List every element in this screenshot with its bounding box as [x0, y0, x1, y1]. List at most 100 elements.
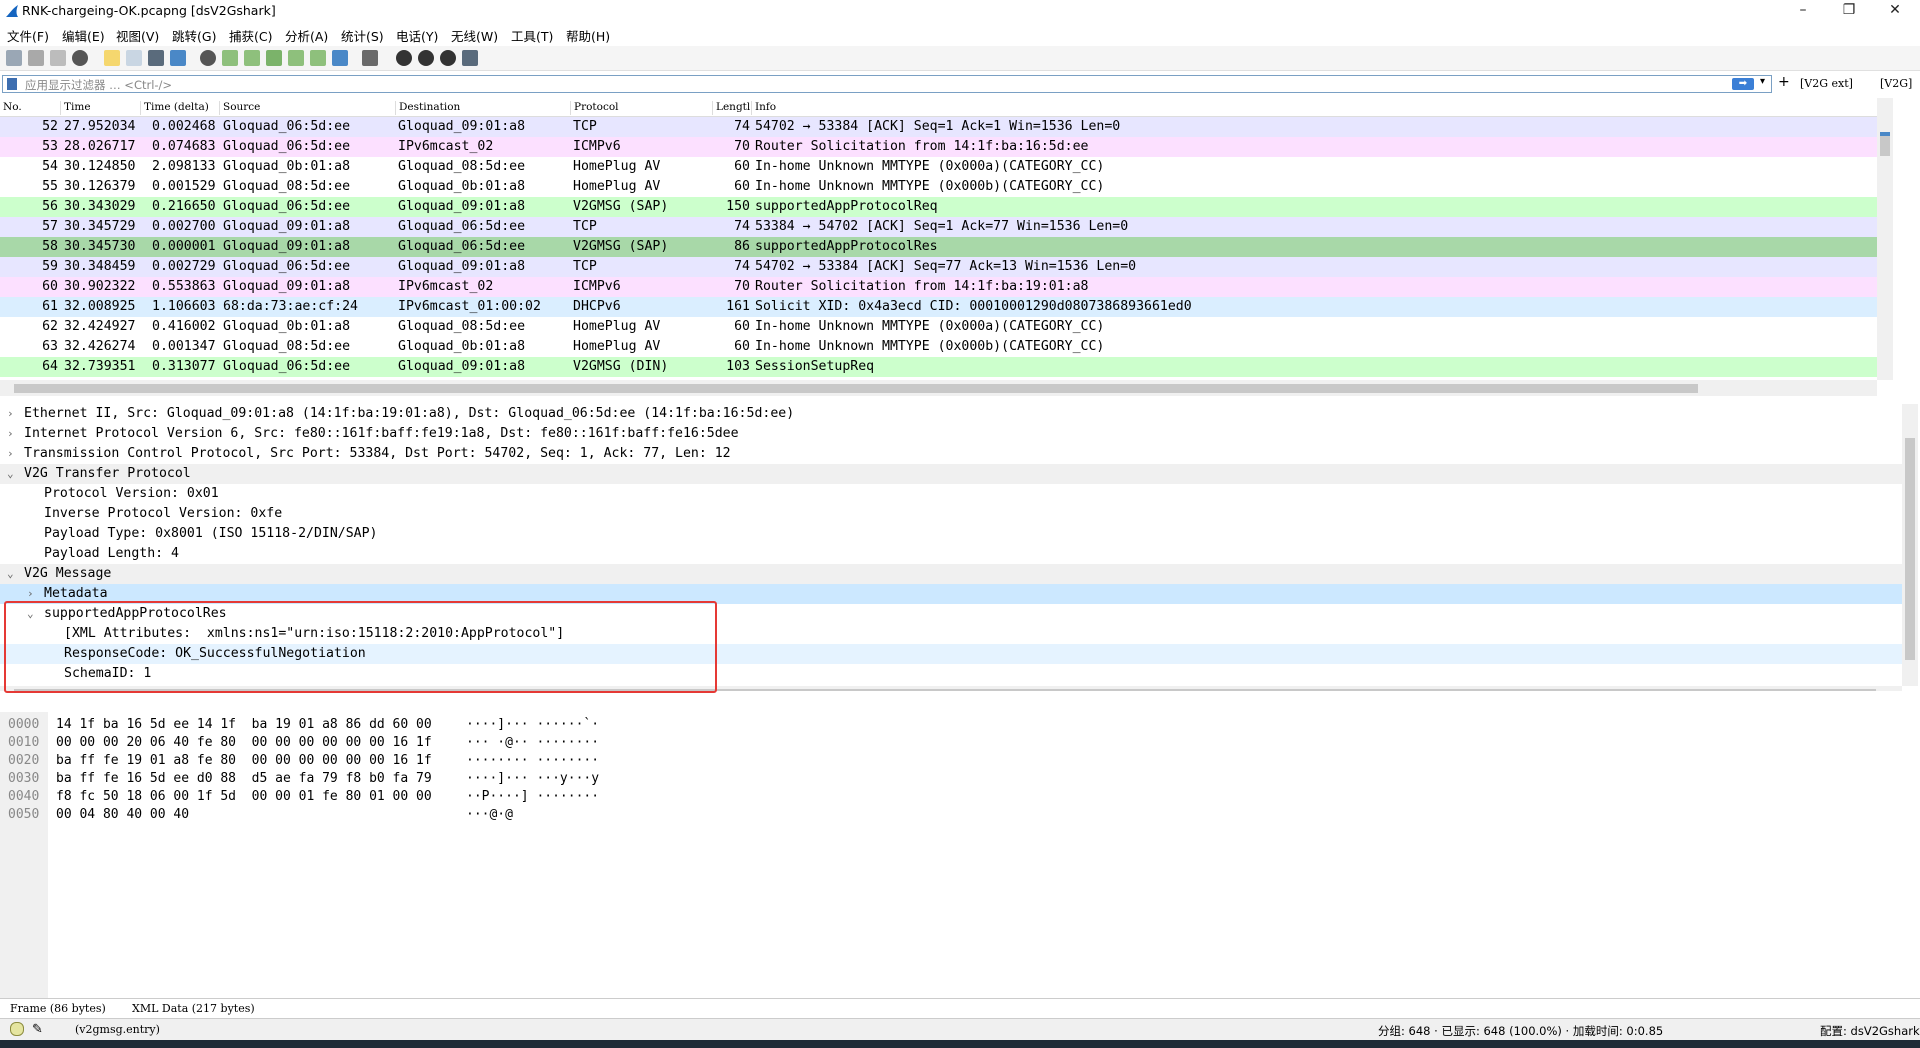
open-file-icon[interactable] [104, 50, 120, 66]
stop-capture-icon[interactable] [28, 50, 44, 66]
col-no[interactable]: No. [0, 101, 22, 115]
detail-row[interactable]: Inverse Protocol Version: 0xfe [0, 504, 1902, 524]
col-source[interactable]: Source [219, 101, 260, 115]
menu-analyze[interactable]: 分析(A) [285, 26, 328, 45]
packet-row[interactable]: 55 30.126379 0.001529 Gloquad_08:5d:ee Gloqu… [0, 177, 1877, 197]
close-icon[interactable]: ✕ [1872, 0, 1918, 22]
packet-row[interactable]: 60 30.902322 0.553863 Gloquad_09:01:a8 IPv6m… [0, 277, 1877, 297]
detail-row[interactable]: › Transmission Control Protocol, Src Port… [0, 444, 1902, 464]
packet-row[interactable]: 57 30.345729 0.002700 Gloquad_09:01:a8 Gloqu… [0, 217, 1877, 237]
bytes-hex[interactable]: f8 fc 50 18 06 00 1f 5d 00 00 01 fe 80 0… [56, 788, 432, 806]
tab-frame[interactable]: Frame (86 bytes) [10, 1002, 106, 1015]
col-protocol[interactable]: Protocol [570, 101, 619, 115]
packet-row[interactable]: 64 32.739351 0.313077 Gloquad_06:5d:ee Gloqu… [0, 357, 1877, 377]
menu-file[interactable]: 文件(F) [7, 26, 49, 45]
display-filter-input[interactable]: 应用显示过滤器 … <Ctrl-/> ➡ ▾ [2, 75, 1772, 93]
packet-row[interactable]: 59 30.348459 0.002729 Gloquad_06:5d:ee Gloqu… [0, 257, 1877, 277]
detail-row[interactable]: Payload Length: 4 [0, 544, 1902, 564]
detail-row[interactable]: Protocol Version: 0x01 [0, 484, 1902, 504]
detail-row[interactable]: ⌄ V2G Message [0, 564, 1902, 584]
edit-comment-icon[interactable]: ✎ [32, 1022, 43, 1037]
menu-capture[interactable]: 捕获(C) [229, 26, 272, 45]
detail-row[interactable]: › Ethernet II, Src: Gloquad_09:01:a8 (14:… [0, 404, 1902, 424]
bytes-ascii[interactable]: ··· ·@·· ········ [466, 734, 599, 752]
vscroll-thumb[interactable] [1905, 438, 1915, 660]
bookmark-icon[interactable] [7, 78, 17, 90]
bytes-hex[interactable]: 14 1f ba 16 5d ee 14 1f ba 19 01 a8 86 d… [56, 716, 432, 734]
packet-list-hscroll[interactable] [0, 380, 1877, 396]
packet-row[interactable]: 56 30.343029 0.216650 Gloquad_06:5d:ee Gloqu… [0, 197, 1877, 217]
expand-arrow-icon[interactable]: › [7, 444, 14, 464]
bytes-ascii[interactable]: ··P····] ········ [466, 788, 599, 806]
apply-filter-icon[interactable]: ➡ [1732, 78, 1754, 90]
packet-row[interactable]: 58 30.345730 0.000001 Gloquad_09:01:a8 Gloqu… [0, 237, 1877, 257]
zoom-in-icon[interactable] [396, 50, 412, 66]
packet-row[interactable]: 61 32.008925 1.106603 68:da:73:ae:cf:24 IPv6… [0, 297, 1877, 317]
packet-row[interactable]: 54 30.124850 2.098133 Gloquad_0b:01:a8 Gloqu… [0, 157, 1877, 177]
bytes-hex[interactable]: ba ff fe 19 01 a8 fe 80 00 00 00 00 00 0… [56, 752, 432, 770]
packet-row[interactable]: 63 32.426274 0.001347 Gloquad_08:5d:ee Gloqu… [0, 337, 1877, 357]
packet-list-vscroll[interactable] [1877, 98, 1893, 380]
packet-row[interactable]: 53 28.026717 0.074683 Gloquad_06:5d:ee IPv6m… [0, 137, 1877, 157]
bytes-ascii[interactable]: ········ ········ [466, 752, 599, 770]
expand-arrow-icon[interactable]: › [7, 404, 14, 424]
autoscroll-icon[interactable] [332, 50, 348, 66]
bytes-ascii[interactable]: ···@·@ [466, 806, 513, 824]
bytes-hex[interactable]: ba ff fe 16 5d ee d0 88 d5 ae fa 79 f8 b… [56, 770, 432, 788]
add-filter-button[interactable]: + [1778, 74, 1790, 90]
close-file-icon[interactable] [148, 50, 164, 66]
packet-row[interactable]: 52 27.952034 0.002468 Gloquad_06:5d:ee Gloqu… [0, 117, 1877, 137]
col-destination[interactable]: Destination [395, 101, 460, 115]
col-time[interactable]: Time [60, 101, 91, 115]
chevron-down-icon[interactable]: ▾ [1760, 76, 1765, 87]
start-capture-icon[interactable] [6, 50, 22, 66]
collapse-arrow-icon[interactable]: ⌄ [7, 464, 14, 484]
menu-go[interactable]: 跳转(G) [172, 26, 216, 45]
detail-row[interactable]: › Internet Protocol Version 6, Src: fe80:… [0, 424, 1902, 444]
menu-view[interactable]: 视图(V) [116, 26, 159, 45]
details-vscroll[interactable] [1902, 404, 1918, 686]
restore-icon[interactable]: ❐ [1826, 0, 1872, 22]
go-forward-icon[interactable] [244, 50, 260, 66]
vscroll-thumb[interactable] [1880, 136, 1890, 156]
detail-row[interactable]: Payload Type: 0x8001 (ISO 15118-2/DIN/SA… [0, 524, 1902, 544]
last-packet-icon[interactable] [310, 50, 326, 66]
expert-info-icon[interactable] [10, 1022, 24, 1036]
packet-row[interactable]: 62 32.424927 0.416002 Gloquad_0b:01:a8 Gloqu… [0, 317, 1877, 337]
menu-wireless[interactable]: 无线(W) [451, 26, 498, 45]
menu-tools[interactable]: 工具(T) [511, 26, 553, 45]
menu-help[interactable]: 帮助(H) [566, 26, 610, 45]
bytes-hex[interactable]: 00 04 80 40 00 40 [56, 806, 189, 824]
v2g-filter-button[interactable]: [V2G] [1880, 77, 1912, 90]
zoom-out-icon[interactable] [418, 50, 434, 66]
menu-statistics[interactable]: 统计(S) [341, 26, 384, 45]
go-back-icon[interactable] [222, 50, 238, 66]
expand-arrow-icon[interactable]: › [7, 424, 14, 444]
bytes-ascii[interactable]: ····]··· ···y···y [466, 770, 599, 788]
col-length[interactable]: Lengtl [712, 101, 750, 115]
normal-size-icon[interactable] [440, 50, 456, 66]
detail-row[interactable]: ⌄ V2G Transfer Protocol [0, 464, 1902, 484]
packet-cell-time: 30.902322 [64, 279, 136, 294]
col-delta[interactable]: Time (delta) [140, 101, 209, 115]
minimize-icon[interactable]: – [1780, 0, 1826, 22]
colorize-icon[interactable] [362, 50, 378, 66]
menu-edit[interactable]: 编辑(E) [62, 26, 105, 45]
col-info[interactable]: Info [751, 101, 776, 115]
status-profile[interactable]: 配置: dsV2Gshark [1820, 1023, 1920, 1039]
menu-telephony[interactable]: 电话(Y) [396, 26, 438, 45]
first-packet-icon[interactable] [288, 50, 304, 66]
v2g-ext-filter-button[interactable]: [V2G ext] [1800, 77, 1853, 90]
find-packet-icon[interactable] [200, 50, 216, 66]
hscroll-thumb[interactable] [14, 384, 1698, 393]
tab-xml-data[interactable]: XML Data (217 bytes) [132, 1002, 255, 1015]
bytes-hex[interactable]: 00 00 00 20 06 40 fe 80 00 00 00 00 00 0… [56, 734, 432, 752]
restart-capture-icon[interactable] [50, 50, 66, 66]
resize-columns-icon[interactable] [462, 50, 478, 66]
go-to-packet-icon[interactable] [266, 50, 282, 66]
reload-file-icon[interactable] [170, 50, 186, 66]
collapse-arrow-icon[interactable]: ⌄ [7, 564, 14, 584]
bytes-ascii[interactable]: ····]··· ······`· [466, 716, 599, 734]
save-file-icon[interactable] [126, 50, 142, 66]
capture-options-icon[interactable] [72, 50, 88, 66]
